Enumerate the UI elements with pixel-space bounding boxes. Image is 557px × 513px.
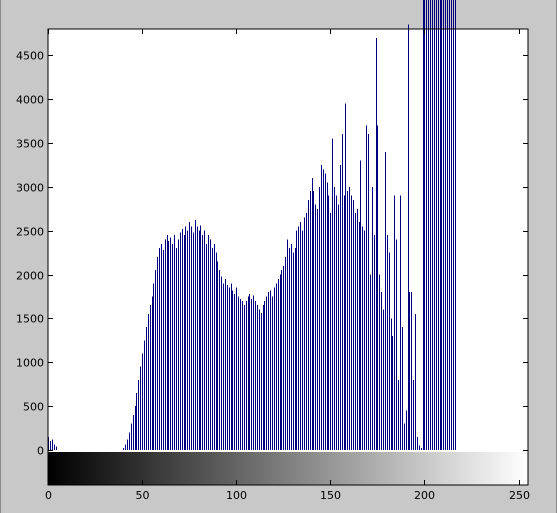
y-tick-label: 3500 [16,138,44,151]
x-tick-label: 0 [45,489,52,502]
histogram-chart: 0 500 1000 1500 2000 2500 3000 3500 4000 4500 0 50… [16,0,530,502]
grayscale-colorbar [48,452,528,485]
y-tick-label: 3000 [16,182,44,195]
x-tick-label: 50 [136,489,150,502]
y-tick-label: 0 [37,445,44,458]
y-tick-label: 1500 [16,313,44,326]
y-tick-label: 4000 [16,94,44,107]
y-tick-label: 500 [23,401,44,414]
x-tick-label: 250 [509,489,530,502]
y-tick-label: 2000 [16,270,44,283]
x-tick-label: 100 [226,489,247,502]
x-tick-label: 200 [414,489,435,502]
x-tick-label: 150 [320,489,341,502]
y-tick-label: 4500 [16,50,44,63]
y-tick-label: 2500 [16,226,44,239]
figure-window: 0 500 1000 1500 2000 2500 3000 3500 4000 4500 0 50… [0,0,557,513]
y-tick-label: 1000 [16,357,44,370]
